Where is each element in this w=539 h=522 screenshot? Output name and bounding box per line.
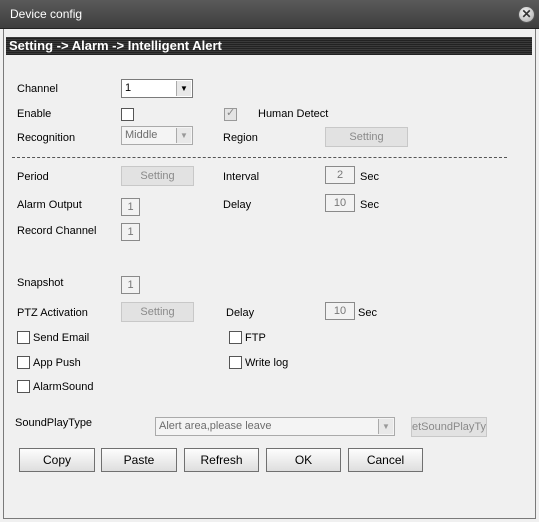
- breadcrumb-text: Setting -> Alarm -> Intelligent Alert: [9, 38, 222, 53]
- ftp-label: FTP: [245, 332, 266, 344]
- human-detect-label: Human Detect: [258, 108, 329, 120]
- recognition-value: Middle: [125, 129, 158, 141]
- delay-label: Delay: [223, 199, 252, 211]
- snapshot-input[interactable]: 1: [121, 276, 140, 294]
- recognition-label: Recognition: [17, 132, 76, 144]
- window-title: Device config: [10, 7, 83, 21]
- breadcrumb: Setting -> Alarm -> Intelligent Alert: [6, 37, 532, 55]
- write-log-checkbox[interactable]: [229, 356, 242, 369]
- delay-unit: Sec: [360, 199, 379, 211]
- cancel-button[interactable]: Cancel: [348, 448, 423, 472]
- section-divider: [12, 157, 507, 158]
- sound-play-type-label: SoundPlayType: [15, 417, 93, 429]
- title-bar: Device config ✕: [0, 0, 539, 29]
- ptz-delay-label: Delay: [226, 307, 255, 319]
- enable-checkbox[interactable]: [121, 108, 134, 121]
- interval-input[interactable]: 2: [325, 166, 355, 184]
- region-label: Region: [223, 132, 258, 144]
- snapshot-label: Snapshot: [17, 277, 64, 289]
- copy-button[interactable]: Copy: [19, 448, 95, 472]
- ok-button[interactable]: OK: [266, 448, 341, 472]
- paste-button[interactable]: Paste: [101, 448, 177, 472]
- sound-play-type-select[interactable]: Alert area,please leave ▼: [155, 417, 395, 436]
- channel-select[interactable]: 1 ▼: [121, 79, 193, 98]
- chevron-down-icon: ▼: [378, 419, 393, 434]
- interval-unit: Sec: [360, 171, 379, 183]
- sound-play-type-value: Alert area,please leave: [159, 420, 272, 432]
- record-channel-label: Record Channel: [17, 225, 97, 237]
- alarm-sound-label: AlarmSound: [33, 381, 94, 393]
- ftp-checkbox[interactable]: [229, 331, 242, 344]
- chevron-down-icon: ▼: [176, 81, 191, 96]
- record-channel-input[interactable]: 1: [121, 223, 140, 241]
- channel-value: 1: [125, 82, 132, 94]
- app-push-label: App Push: [33, 357, 81, 369]
- interval-label: Interval: [223, 171, 260, 183]
- delay-input[interactable]: 10: [325, 194, 355, 212]
- alarm-output-label: Alarm Output: [17, 199, 82, 211]
- period-setting-button[interactable]: Setting: [121, 166, 194, 186]
- set-sound-play-type-button[interactable]: etSoundPlayTyp: [411, 417, 487, 437]
- recognition-select[interactable]: Middle ▼: [121, 126, 193, 145]
- close-icon: ✕: [521, 7, 532, 21]
- ptz-setting-button[interactable]: Setting: [121, 302, 194, 322]
- ptz-delay-input[interactable]: 10: [325, 302, 355, 320]
- region-setting-button[interactable]: Setting: [325, 127, 408, 147]
- dialog-body: [3, 29, 536, 519]
- human-detect-checkbox[interactable]: [224, 106, 237, 121]
- app-push-checkbox[interactable]: [17, 356, 30, 369]
- channel-label: Channel: [17, 83, 58, 95]
- alarm-sound-checkbox[interactable]: [17, 380, 30, 393]
- ptz-activation-label: PTZ Activation: [17, 307, 88, 319]
- chevron-down-icon: ▼: [176, 128, 191, 143]
- close-button[interactable]: ✕: [518, 6, 535, 23]
- alarm-output-input[interactable]: 1: [121, 198, 140, 216]
- send-email-checkbox[interactable]: [17, 331, 30, 344]
- ptz-delay-unit: Sec: [358, 307, 377, 319]
- send-email-label: Send Email: [33, 332, 90, 344]
- write-log-label: Write log: [245, 357, 289, 369]
- period-label: Period: [17, 171, 49, 183]
- refresh-button[interactable]: Refresh: [184, 448, 259, 472]
- enable-label: Enable: [17, 108, 52, 120]
